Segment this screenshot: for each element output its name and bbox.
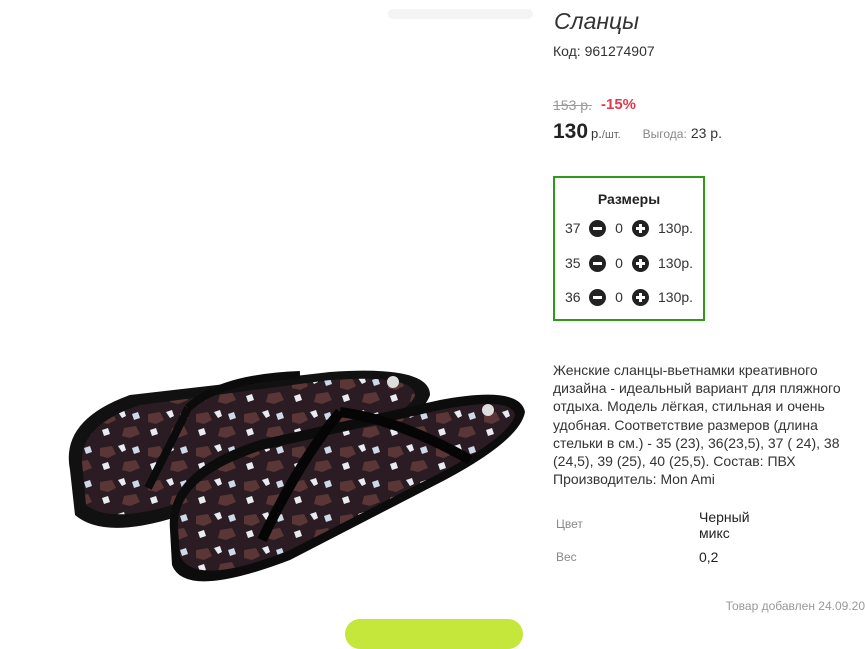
attribute-label-color: Цвет bbox=[556, 517, 583, 531]
attribute-value-color: Черный микс bbox=[699, 509, 750, 541]
size-price: 130р. bbox=[658, 289, 694, 305]
plus-icon[interactable] bbox=[632, 254, 649, 272]
size-row: 36 0 130р. bbox=[565, 287, 693, 307]
price-row: 130 р./шт. Выгода: 23 р. bbox=[553, 120, 722, 144]
quantity-value: 0 bbox=[615, 289, 623, 305]
product-image[interactable] bbox=[0, 0, 540, 649]
product-title: Сланцы bbox=[554, 8, 640, 34]
size-price: 130р. bbox=[658, 255, 694, 271]
plus-icon[interactable] bbox=[632, 219, 649, 237]
product-description: Женские сланцы-вьетнамки креативного диз… bbox=[553, 362, 841, 488]
size-label: 36 bbox=[565, 289, 581, 305]
price-per-unit: /шт. bbox=[601, 129, 621, 141]
added-date: Товар добавлен 24.09.20 bbox=[725, 599, 865, 613]
attribute-label-weight: Вес bbox=[556, 550, 577, 564]
old-price: 153 р. bbox=[553, 97, 592, 113]
size-row: 35 0 130р. bbox=[565, 253, 693, 273]
attribute-value-weight: 0,2 bbox=[699, 549, 719, 565]
sizes-title: Размеры bbox=[597, 191, 661, 207]
discount-badge: -15% bbox=[601, 96, 637, 113]
product-code: Код: 961274907 bbox=[553, 43, 655, 59]
plus-icon[interactable] bbox=[632, 288, 649, 306]
size-label: 35 bbox=[565, 255, 581, 271]
price-value: 130 bbox=[553, 120, 589, 143]
quantity-value: 0 bbox=[615, 255, 623, 271]
minus-icon[interactable] bbox=[589, 219, 606, 237]
minus-icon[interactable] bbox=[589, 254, 606, 272]
price-unit: р./шт. bbox=[591, 126, 621, 141]
sizes-panel: Размеры 37 0 130р. 35 0 130р. 36 0 130р. bbox=[553, 176, 705, 321]
flip-flops-image bbox=[68, 370, 525, 582]
size-row: 37 0 130р. bbox=[565, 218, 693, 238]
benefit-value: 23 р. bbox=[690, 125, 722, 141]
buy-button[interactable] bbox=[345, 619, 523, 649]
size-label: 37 bbox=[565, 220, 581, 236]
quantity-value: 0 bbox=[615, 220, 623, 236]
minus-icon[interactable] bbox=[589, 288, 606, 306]
size-price: 130р. bbox=[658, 220, 694, 236]
benefit-label: Выгода: bbox=[642, 127, 687, 141]
watermark-bar bbox=[388, 9, 533, 19]
